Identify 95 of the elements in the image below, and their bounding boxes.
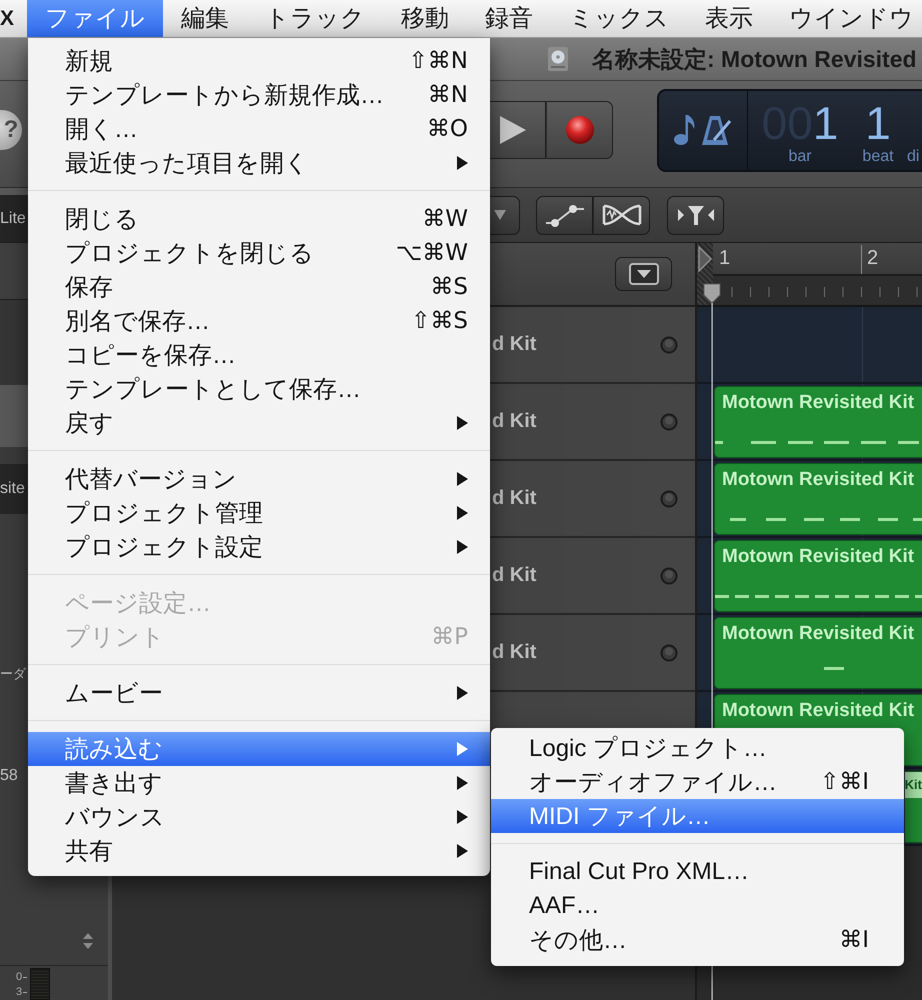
midi-notes-drawing bbox=[824, 667, 844, 670]
triangle-marker-icon[interactable] bbox=[698, 246, 712, 272]
keyboard-shortcut: ⌘N bbox=[428, 82, 468, 108]
midi-region[interactable]: Motown Revisited Kit bbox=[714, 463, 922, 535]
midi-region[interactable]: Motown Revisited Kit bbox=[714, 617, 922, 689]
menu-item[interactable]: 閉じる ⌘W bbox=[28, 202, 490, 236]
project-file-icon bbox=[548, 47, 568, 71]
menu-item[interactable]: ムービー bbox=[28, 676, 490, 710]
funnel-arrows-icon bbox=[676, 203, 716, 227]
keyboard-shortcut: ⌘P bbox=[431, 624, 468, 650]
track-name: d Kit bbox=[492, 641, 536, 664]
menu-item[interactable]: コピーを保存… bbox=[28, 338, 490, 372]
inspector-text: ーダ bbox=[0, 665, 26, 683]
region-name: Motown Revisited Kit bbox=[721, 468, 914, 491]
inspector-text: Lite bbox=[0, 210, 26, 228]
region-name: Motown Revisited Kit bbox=[721, 699, 914, 722]
region-name: Motown Revisited Kit bbox=[721, 545, 914, 568]
help-button[interactable]: ? bbox=[0, 110, 22, 150]
menu-bar-item[interactable]: ミックス bbox=[551, 0, 688, 37]
menu-item[interactable]: 開く… ⌘O bbox=[28, 112, 490, 146]
menu-item[interactable]: 書き出す bbox=[28, 766, 490, 800]
keyboard-shortcut: ⌘S bbox=[430, 274, 468, 300]
midi-region[interactable]: Motown Revisited Kit bbox=[714, 386, 922, 458]
menu-item[interactable]: テンプレートとして保存… bbox=[28, 372, 490, 406]
track-name: d Kit bbox=[492, 333, 536, 356]
curve-points-icon bbox=[544, 203, 584, 227]
meter-scale-label: 3 bbox=[16, 986, 22, 999]
lcd-label: di bbox=[907, 146, 920, 166]
menu-item[interactable]: プロジェクトを閉じる ⌥⌘W bbox=[28, 236, 490, 270]
track-name: d Kit bbox=[492, 564, 536, 587]
caret-box-icon bbox=[628, 263, 658, 285]
app-menu-title[interactable]: X bbox=[0, 0, 14, 37]
lcd-digits: 1 bbox=[812, 96, 838, 148]
bar-number: 2 bbox=[867, 247, 878, 269]
menu-bar-item[interactable]: 編集 bbox=[163, 0, 248, 37]
region-name: Kit bbox=[904, 776, 922, 794]
lcd-label: bar bbox=[788, 146, 812, 166]
menu-item[interactable]: 戻す bbox=[28, 406, 490, 440]
caret-icon bbox=[494, 210, 506, 220]
meter-scale-label: 0 bbox=[16, 971, 22, 984]
track-name: d Kit bbox=[492, 487, 536, 510]
bowtie-wave-icon bbox=[602, 203, 642, 227]
menu-item[interactable]: 読み込む bbox=[28, 732, 490, 766]
menu-item[interactable]: 最近使った項目を開く bbox=[28, 146, 490, 180]
keyboard-shortcut: ⇧⌘S bbox=[411, 308, 468, 334]
inspector-text: 58 bbox=[0, 766, 18, 786]
timeline-ruler[interactable]: 1 2 bbox=[697, 243, 922, 307]
menu-bar-item[interactable]: 移動 bbox=[383, 0, 468, 37]
metronome-icon[interactable] bbox=[700, 115, 732, 145]
menu-item[interactable]: 共有 bbox=[28, 834, 490, 868]
keyboard-shortcut: ⌥⌘W bbox=[396, 240, 468, 266]
keyboard-shortcut: ⌘O bbox=[426, 116, 468, 142]
flex-button[interactable] bbox=[593, 196, 650, 234]
menu-item[interactable]: テンプレートから新規作成… ⌘N bbox=[28, 78, 490, 112]
menu-item[interactable]: プロジェクト管理 bbox=[28, 496, 490, 530]
menu-item[interactable]: Final Cut Pro XML… bbox=[491, 855, 904, 889]
midi-region[interactable]: Motown Revisited Kit bbox=[714, 540, 922, 612]
menu-item[interactable]: オーディオファイル… ⇧⌘I bbox=[491, 765, 904, 799]
keyboard-shortcut: ⇧⌘N bbox=[408, 48, 468, 74]
up-down-arrows-icon[interactable] bbox=[82, 933, 94, 949]
menu-item[interactable]: 別名で保存… ⇧⌘S bbox=[28, 304, 490, 338]
menu-bar-item[interactable]: 録音 bbox=[467, 0, 552, 37]
level-meter bbox=[30, 968, 50, 1000]
inspector-text: site bbox=[0, 480, 25, 498]
menu-item[interactable]: 新規 ⇧⌘N bbox=[28, 44, 490, 78]
catch-button[interactable] bbox=[667, 196, 724, 234]
record-button[interactable] bbox=[546, 101, 613, 159]
menu-bar-item[interactable]: ファイル bbox=[27, 0, 164, 37]
region-name: Motown Revisited Kit bbox=[721, 391, 914, 414]
keyboard-shortcut: ⌘W bbox=[422, 206, 468, 232]
bar-number: 1 bbox=[719, 247, 730, 269]
keyboard-shortcut: ⇧⌘I bbox=[820, 769, 869, 795]
track-menu-button[interactable] bbox=[615, 257, 672, 291]
menu-item[interactable]: その他… ⌘I bbox=[491, 923, 904, 957]
menu-item[interactable]: 保存 ⌘S bbox=[28, 270, 490, 304]
record-icon bbox=[566, 116, 594, 144]
automation-button[interactable] bbox=[536, 196, 593, 234]
music-note-icon[interactable] bbox=[674, 115, 696, 145]
play-icon bbox=[500, 116, 526, 144]
menu-item[interactable]: 代替バージョン bbox=[28, 462, 490, 496]
menu-item[interactable]: Logic プロジェクト… bbox=[491, 731, 904, 765]
lcd-digits: 1 bbox=[865, 96, 891, 148]
window-title: 名称未設定: Motown Revisited bbox=[592, 44, 917, 74]
lcd-label: beat bbox=[862, 146, 894, 166]
menu-item[interactable]: AAF… bbox=[491, 889, 904, 923]
midi-region[interactable]: Kit bbox=[904, 771, 922, 843]
menu-bar-item[interactable]: トラック bbox=[247, 0, 384, 37]
region-name: Motown Revisited Kit bbox=[721, 622, 914, 645]
track-name: d Kit bbox=[492, 410, 536, 433]
keyboard-shortcut: ⌘I bbox=[839, 927, 869, 953]
menu-bar-item[interactable]: 表示 bbox=[687, 0, 772, 37]
menu-item[interactable]: プロジェクト設定 bbox=[28, 530, 490, 564]
menu-item[interactable]: バウンス bbox=[28, 800, 490, 834]
menu-bar-item[interactable]: ウインドウ bbox=[771, 0, 922, 37]
menu-item[interactable]: MIDI ファイル… bbox=[491, 799, 904, 833]
